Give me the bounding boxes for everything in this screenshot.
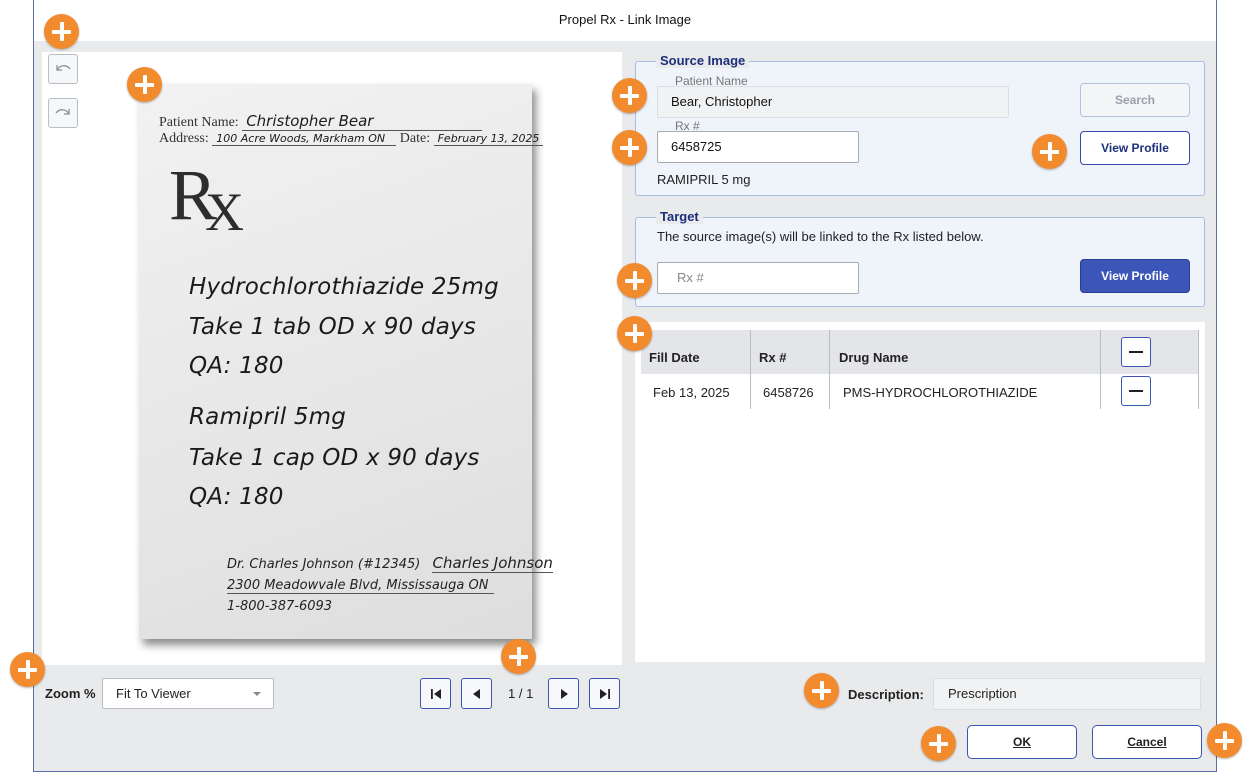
rotate-right-button[interactable]: [48, 98, 78, 128]
source-image-title: Source Image: [656, 53, 750, 68]
doctor-signature: Charles Johnson: [432, 554, 553, 573]
doctor-address: 2300 Meadowvale Blvd, Mississauga ON: [227, 578, 494, 594]
linked-rx-table: Fill Date Rx # Drug Name Feb 13, 2025 64…: [635, 322, 1205, 662]
rx-symbol: R X: [169, 155, 244, 242]
rx-line-drug-2: Ramipril 5mg: [189, 404, 347, 430]
source-rx-input[interactable]: 6458725: [657, 131, 859, 163]
target-rx-input[interactable]: Rx #: [657, 262, 859, 294]
hotspot-marker[interactable]: [804, 673, 839, 708]
header-drug-name: Drug Name: [839, 350, 909, 365]
description-field[interactable]: Prescription: [933, 678, 1201, 710]
description-label: Description:: [848, 687, 924, 702]
date-label: Date:: [399, 131, 431, 146]
row-fill-date: Feb 13, 2025: [653, 385, 730, 400]
target-group: Target The source image(s) will be linke…: [635, 209, 1205, 307]
zoom-select-value: Fit To Viewer: [116, 686, 191, 701]
minus-icon: [1129, 351, 1143, 353]
rotate-right-icon: [55, 109, 70, 115]
hotspot-marker[interactable]: [617, 316, 652, 351]
source-image-group: Source Image Patient Name Bear, Christop…: [635, 53, 1205, 196]
previous-page-button[interactable]: [461, 678, 492, 709]
zoom-select[interactable]: Fit To Viewer: [102, 678, 274, 709]
hotspot-marker[interactable]: [127, 67, 162, 102]
first-page-button[interactable]: [420, 678, 451, 709]
row-rx-number: 6458726: [763, 385, 814, 400]
zoom-label: Zoom %: [45, 686, 96, 701]
last-page-button[interactable]: [589, 678, 620, 709]
table-header: Fill Date Rx # Drug Name: [641, 330, 1199, 374]
rotate-left-button[interactable]: [48, 54, 78, 84]
rotate-left-icon: [56, 65, 71, 71]
hotspot-marker[interactable]: [1207, 723, 1242, 758]
hotspot-marker[interactable]: [501, 639, 536, 674]
hotspot-marker[interactable]: [612, 130, 647, 165]
date-handwritten: February 13, 2025: [433, 132, 544, 146]
hotspot-marker[interactable]: [1032, 134, 1067, 169]
target-description: The source image(s) will be linked to th…: [657, 229, 984, 244]
row-drug-name: PMS-HYDROCHLOROTHIAZIDE: [843, 385, 1038, 400]
last-page-icon: [599, 688, 610, 699]
hotspot-marker[interactable]: [44, 14, 79, 49]
cancel-button[interactable]: Cancel: [1092, 725, 1202, 759]
next-page-icon: [560, 688, 568, 699]
rx-line-drug-1: Hydrochlorothiazide 25mg: [189, 274, 499, 300]
previous-page-icon: [472, 688, 480, 699]
minus-icon: [1129, 390, 1143, 392]
ok-button[interactable]: OK: [967, 725, 1077, 759]
hotspot-marker[interactable]: [10, 652, 45, 687]
address-label: Address:: [159, 131, 209, 146]
page-indicator: 1 / 1: [508, 686, 534, 701]
link-image-dialog: Propel Rx - Link Image Patient Name: Chr…: [33, 0, 1217, 772]
hotspot-marker[interactable]: [612, 78, 647, 113]
doctor-phone: 1-800-387-6093: [227, 599, 333, 614]
doctor-name: Dr. Charles Johnson (#12345): [227, 557, 421, 572]
patient-name-handwritten: Christopher Bear: [242, 112, 483, 131]
rx-line-directions-2: Take 1 cap OD x 90 days: [189, 445, 480, 471]
search-button[interactable]: Search: [1080, 83, 1190, 117]
next-page-button[interactable]: [548, 678, 579, 709]
source-drug-name: RAMIPRIL 5 mg: [657, 172, 751, 187]
source-view-profile-button[interactable]: View Profile: [1080, 131, 1190, 165]
remove-all-button[interactable]: [1121, 337, 1151, 367]
header-rx-number: Rx #: [759, 350, 787, 365]
first-page-icon: [430, 688, 441, 699]
hotspot-marker[interactable]: [921, 726, 956, 761]
chevron-down-icon: [253, 692, 261, 696]
prescription-image: Patient Name: Christopher Bear Address: …: [139, 84, 553, 639]
patient-name-field: Bear, Christopher: [657, 86, 1009, 118]
rx-line-quantity-1: QA: 180: [189, 353, 284, 379]
window-title: Propel Rx - Link Image: [34, 0, 1216, 41]
target-title: Target: [656, 209, 703, 224]
rx-line-directions-1: Take 1 tab OD x 90 days: [189, 314, 476, 340]
target-view-profile-button[interactable]: View Profile: [1080, 259, 1190, 293]
remove-row-button[interactable]: [1121, 376, 1151, 406]
hotspot-marker[interactable]: [617, 263, 652, 298]
header-fill-date: Fill Date: [649, 350, 700, 365]
patient-name-label: Patient Name:: [159, 115, 239, 130]
address-handwritten: 100 Acre Woods, Markham ON: [212, 132, 397, 146]
rx-line-quantity-2: QA: 180: [189, 484, 284, 510]
